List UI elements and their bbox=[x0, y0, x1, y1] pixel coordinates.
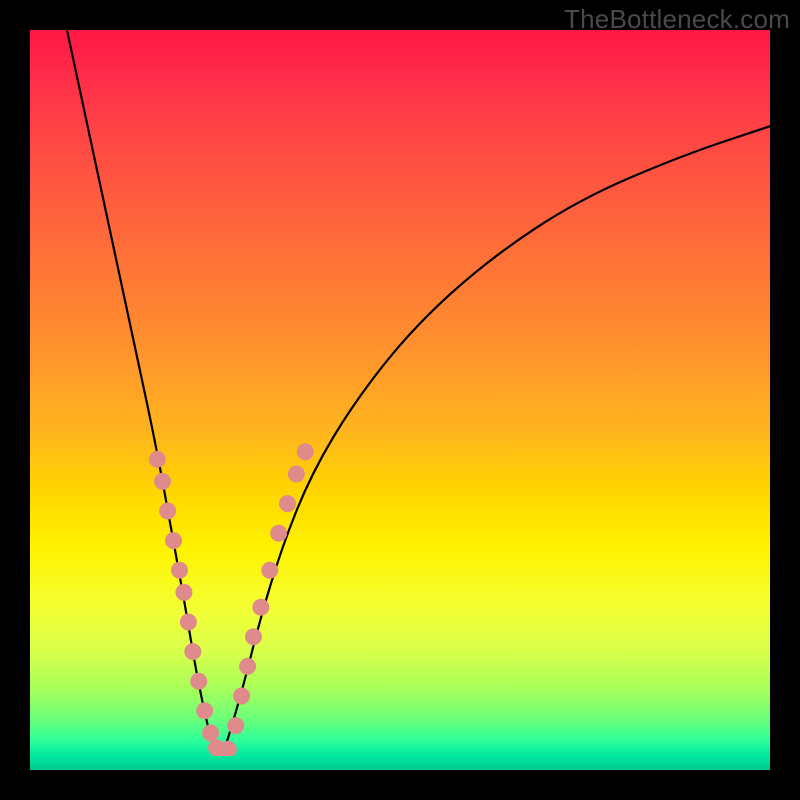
chart-frame: TheBottleneck.com bbox=[0, 0, 800, 800]
bead-left bbox=[175, 584, 192, 601]
bead-right bbox=[261, 562, 278, 579]
bead-left bbox=[190, 673, 207, 690]
bead-right bbox=[297, 443, 314, 460]
bead-right bbox=[270, 525, 287, 542]
bead-left bbox=[149, 451, 166, 468]
bead-right bbox=[233, 688, 250, 705]
bead-left bbox=[184, 643, 201, 660]
bead-right bbox=[245, 628, 262, 645]
bead-left bbox=[202, 725, 219, 742]
bead-group bbox=[149, 443, 314, 759]
bead-left bbox=[154, 473, 171, 490]
bead-right bbox=[252, 599, 269, 616]
plot-area bbox=[30, 30, 770, 770]
bead-right bbox=[239, 658, 256, 675]
bead-right bbox=[227, 717, 244, 734]
bead-right bbox=[279, 495, 296, 512]
bead-right bbox=[288, 466, 305, 483]
curve-layer bbox=[30, 30, 770, 770]
bead-left bbox=[159, 503, 176, 520]
green-band bbox=[30, 756, 770, 770]
bead-left bbox=[196, 702, 213, 719]
bead-left bbox=[171, 562, 188, 579]
bottleneck-curve bbox=[67, 30, 770, 755]
bead-left bbox=[180, 614, 197, 631]
bead-left bbox=[165, 532, 182, 549]
